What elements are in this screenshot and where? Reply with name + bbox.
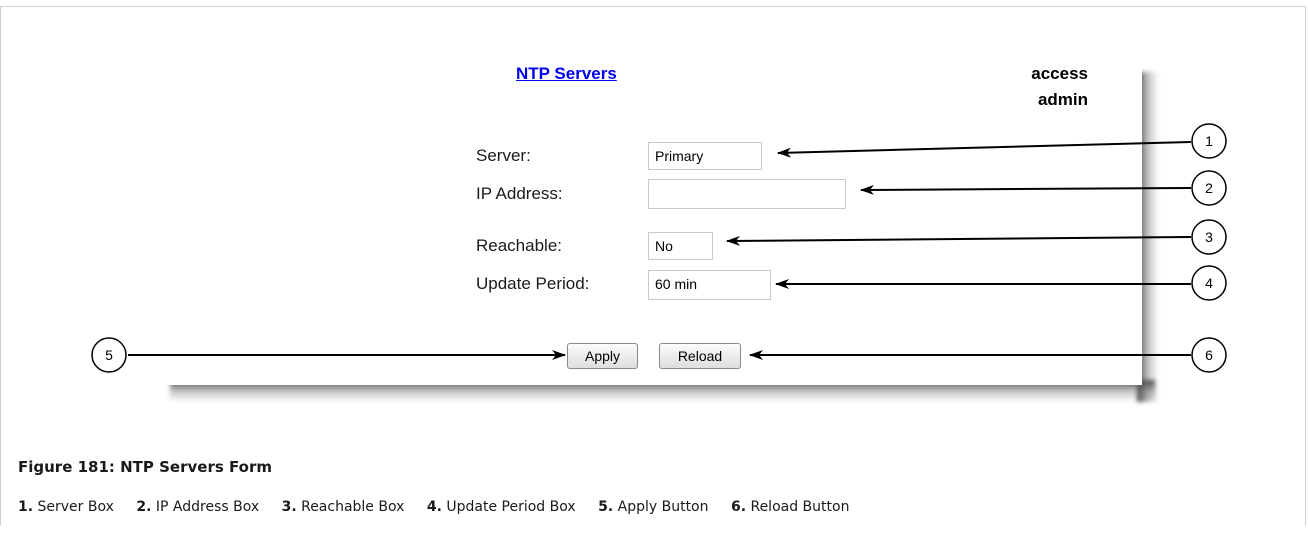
legend-item: 6. Reload Button xyxy=(731,499,850,515)
legend-number: 1. xyxy=(18,499,34,515)
legend-label: IP Address Box xyxy=(155,499,260,515)
figure-caption-title: Figure 181: NTP Servers Form xyxy=(18,458,272,476)
legend-number: 3. xyxy=(281,499,297,515)
legend-item: 5. Apply Button xyxy=(598,499,708,515)
legend-number: 6. xyxy=(730,499,747,515)
callout-arrow-2 xyxy=(860,184,1192,195)
callout-number-3: 3 xyxy=(1205,229,1213,245)
legend-item: 2. IP Address Box xyxy=(136,499,259,515)
legend-label: Server Box xyxy=(37,499,114,515)
callout-number-5: 5 xyxy=(105,347,113,363)
callout-number-4: 4 xyxy=(1205,275,1213,291)
callout-arrow-3 xyxy=(726,235,1192,246)
legend-item: 1. Server Box xyxy=(18,499,114,515)
legend-label: Reachable Box xyxy=(301,499,405,515)
callout-number-6: 6 xyxy=(1205,347,1213,363)
callout-arrow-1 xyxy=(777,141,1192,158)
legend-label: Reload Button xyxy=(750,499,850,515)
legend-number: 4. xyxy=(426,499,442,515)
callout-number-2: 2 xyxy=(1205,180,1213,196)
legend-number: 5. xyxy=(598,499,614,515)
legend-item: 4. Update Period Box xyxy=(427,499,576,515)
figure-legend: 1. Server Box 2. IP Address Box 3. Reach… xyxy=(18,499,867,515)
legend-item: 3. Reachable Box xyxy=(282,499,405,515)
callout-number-1: 1 xyxy=(1205,133,1213,149)
legend-number: 2. xyxy=(136,499,152,515)
callout-arrows: 1 2 3 4 5 6 xyxy=(91,123,1227,373)
legend-label: Apply Button xyxy=(617,499,709,515)
legend-label: Update Period Box xyxy=(446,499,576,515)
